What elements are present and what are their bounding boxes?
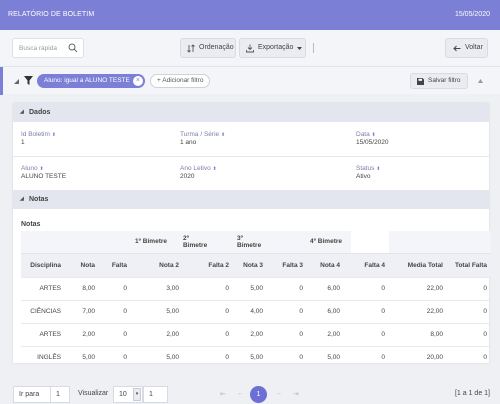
notes-table-title: Notas [21,221,41,228]
filter-chip-label: Aluno: igual a ALUNO TESTE [44,77,130,84]
group-header: 3º Bimetre [233,231,270,253]
section-header-notas[interactable]: ◢ Notas [13,190,489,209]
arrow-left-icon [453,45,461,52]
report-panel: ◢ Dados Id Boletim ⬍ 1 Turma / Série ⬍ 1… [13,103,491,369]
sort-icon: ⬍ [371,132,376,138]
column-header: Nota [65,252,99,277]
group-header: 4º Bimetre [306,231,351,253]
app-header: RELATÓRIO DE BOLETIM 15/05/2020 [0,0,500,30]
table-row[interactable]: ARTES 8,00 0 3,00 0 5,00 0 6,00 0 22,00 0 [21,276,491,300]
sort-icon: ⬍ [212,166,217,172]
column-header: Falta [99,252,131,277]
table-row[interactable]: INGLÊS 5,00 0 5,00 0 5,00 0 5,00 0 20,00 0 [21,345,491,369]
field-turma: Turma / Série ⬍ 1 ano [180,131,226,146]
column-header: Nota 3 [233,252,267,277]
filter-accent-bar [0,67,3,95]
filter-chip[interactable]: Aluno: igual a ALUNO TESTE × [37,74,145,88]
column-header: Total Falta [447,252,491,277]
export-button[interactable]: Exportação [239,38,306,58]
group-header: 2º Bimetre [183,231,217,253]
page-range: [1 a 1 de 1] [454,390,490,397]
toolbar: Busca rápida Ordenação Exportação Voltar [0,30,500,66]
divider [13,156,489,157]
next-page-icon[interactable]: → [275,390,282,397]
notes-table: 1º Bimetre 2º Bimetre 3º Bimetre 4º Bime… [21,231,491,369]
field-status: Status ⬍ Ativo [356,165,381,180]
sort-icon: ⬍ [51,132,56,138]
group-header: 1º Bimetre [131,231,183,253]
page-title: RELATÓRIO DE BOLETIM [8,11,95,18]
first-page-icon[interactable]: ⇤ [220,390,226,398]
header-date: 15/05/2020 [454,11,490,18]
column-header: Falta 3 [267,252,307,277]
view-label: Visualizar [78,390,109,397]
field-ano-letivo: Ano Letivo ⬍ 2020 [180,165,217,180]
field-data: Data ⬍ 15/05/2020 [356,131,389,146]
sort-button[interactable]: Ordenação [180,38,236,58]
field-id-boletim: Id Boletim ⬍ 1 [21,131,56,146]
toolbar-separator [313,43,314,53]
search-input[interactable]: Busca rápida [12,38,84,58]
page-size-input[interactable]: 1 [143,386,168,403]
download-icon [246,44,254,53]
page-size-select[interactable]: 10 ▾ [113,386,143,403]
collapse-icon: ◢ [20,196,24,202]
goto-label: Ir para [19,391,40,398]
sort-icon: ⬍ [39,166,44,172]
back-button[interactable]: Voltar [445,38,488,58]
last-page-icon[interactable]: ⇥ [293,390,299,398]
column-header: Nota 4 [307,252,344,277]
search-placeholder: Busca rápida [19,45,57,52]
chevron-down-icon [297,47,302,50]
column-header: Falta 4 [344,252,389,277]
column-header: Nota 2 [131,252,183,277]
save-icon [417,78,424,85]
column-header-row: Disciplina Nota Falta Nota 2 Falta 2 Not… [21,252,491,277]
pagination-bar: Ir para 1 Visualizar 10 ▾ 1 ⇤ ← 1 → ⇥ [1… [0,385,500,404]
collapse-triangle-icon[interactable] [14,79,19,84]
sort-icon: ⬍ [376,166,381,172]
add-filter-button[interactable]: + Adicionar filtro [150,74,211,88]
section-header-dados[interactable]: ◢ Dados [13,103,489,122]
collapse-arrow-icon[interactable] [478,79,483,83]
table-row[interactable]: CIÊNCIAS 7,00 0 5,00 0 4,00 0 6,00 0 22,00 0 [21,299,491,323]
search-icon [68,43,78,53]
filter-bar: Aluno: igual a ALUNO TESTE × + Adicionar… [0,66,500,95]
sort-icon [187,44,195,53]
column-header: Falta 2 [183,252,233,277]
save-filter-button[interactable]: Salvar filtro [410,73,468,89]
sort-icon: ⬍ [220,132,226,138]
collapse-icon: ◢ [20,109,24,115]
filter-icon[interactable] [24,76,33,85]
table-row[interactable]: ARTES 2,00 0 2,00 0 2,00 0 2,00 0 8,00 0 [21,322,491,346]
field-aluno: Aluno ⬍ ALUNO TESTE [21,165,67,180]
goto-page-control: Ir para 1 [13,386,70,403]
close-icon[interactable]: × [132,76,143,86]
current-page-button[interactable]: 1 [250,386,267,403]
column-header: Media Total [389,252,447,277]
goto-page-input[interactable]: 1 [50,387,70,402]
prev-page-icon[interactable]: ← [237,390,244,397]
column-header: Disciplina [21,252,65,277]
chevron-down-icon: ▾ [133,388,141,401]
group-header-row: 1º Bimetre 2º Bimetre 3º Bimetre 4º Bime… [21,231,491,253]
